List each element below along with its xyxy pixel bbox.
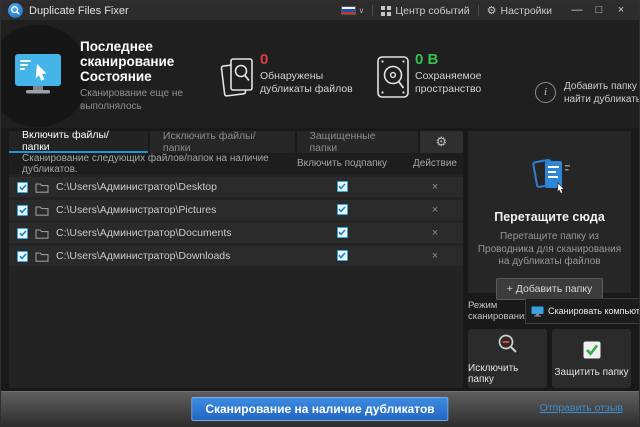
subfolder-checkbox[interactable] (336, 204, 348, 215)
computer-icon (15, 54, 61, 94)
app-window: Duplicate Files Fixer ∨ Центр событий ⚙ … (0, 0, 640, 427)
remove-row-button[interactable]: × (407, 250, 463, 262)
gear-icon: ⚙ (486, 5, 497, 17)
duplicates-label: Обнаружены дубликаты файлов (260, 70, 353, 95)
settings-button[interactable]: ⚙ Настройки (486, 4, 553, 18)
event-center-label: Центр событий (395, 4, 470, 17)
gear-icon: ⚙ (435, 134, 448, 149)
divider (372, 5, 374, 16)
language-selector[interactable]: ∨ (341, 6, 364, 15)
dropzone-description: Перетащите папку из Проводника для скани… (477, 231, 622, 267)
protected-check-icon (583, 341, 600, 358)
duplicate-files-icon (220, 58, 253, 97)
scan-mode-select[interactable]: Сканировать компьютер ✓ ∨ (525, 298, 640, 324)
magnifier-minus-icon (498, 334, 517, 353)
tab-include-files[interactable]: Включить файлы/папки (9, 129, 148, 153)
grid-icon (381, 5, 392, 16)
event-center-button[interactable]: Центр событий (381, 4, 470, 17)
table-row: C:\Users\Администратор\Pictures × (9, 200, 463, 220)
chevron-down-icon: ∨ (358, 5, 365, 15)
row-checkbox[interactable] (17, 250, 28, 262)
monitor-icon (531, 306, 544, 317)
scan-button[interactable]: Сканирование на наличие дубликатов (191, 397, 449, 421)
close-button[interactable]: × (610, 1, 632, 20)
folder-path: C:\Users\Администратор\Pictures (56, 204, 217, 216)
scan-mode-value: Сканировать компьютер (548, 306, 640, 316)
minimize-button[interactable]: — (566, 1, 588, 20)
protect-folder-label: Защитить папку (554, 366, 629, 378)
titlebar: Duplicate Files Fixer ∨ Центр событий ⚙ … (1, 1, 639, 20)
table-row: C:\Users\Администратор\Documents × (9, 223, 463, 243)
exclude-folder-button[interactable]: Исключить папку (468, 329, 547, 388)
table-header: Сканирование следующих файлов/папок на н… (9, 152, 463, 175)
list-settings-button[interactable]: ⚙ (419, 131, 463, 153)
folder-path: C:\Users\Администратор\Documents (56, 227, 232, 239)
table-row: C:\Users\Администратор\Desktop × (9, 177, 463, 197)
plus-icon: + (506, 282, 513, 295)
folder-path: C:\Users\Администратор\Desktop (56, 181, 217, 193)
row-checkbox[interactable] (17, 181, 28, 193)
remove-row-button[interactable]: × (407, 181, 463, 193)
add-folder-label: Добавить папку (515, 282, 593, 295)
last-scan-title-line2: сканирование (80, 54, 175, 69)
drag-documents-icon (531, 158, 570, 194)
dropzone-title: Перетащите сюда (494, 210, 605, 224)
folder-icon (35, 182, 49, 193)
folder-icon (35, 228, 49, 239)
row-checkbox[interactable] (17, 204, 28, 216)
table-row: C:\Users\Администратор\Downloads × (9, 246, 463, 266)
protect-folder-button[interactable]: Защитить папку (552, 329, 631, 388)
last-scan-status: Сканирование еще не выполнялось (80, 88, 183, 112)
last-scan-title-line3: Состояние (80, 69, 152, 84)
subfolder-checkbox[interactable] (336, 181, 348, 192)
maximize-button[interactable]: □ (588, 1, 610, 20)
disk-space-icon (377, 56, 409, 98)
divider (477, 5, 479, 16)
summary-panel: Последнее сканирование Состояние Сканиро… (1, 20, 639, 128)
tab-bar: Включить файлы/папки Исключить файлы/пап… (9, 129, 463, 154)
right-panel: Перетащите сюда Перетащите папку из Пров… (468, 131, 639, 388)
last-scan-title: Последнее сканирование Состояние (80, 39, 174, 84)
folder-list-panel: Включить файлы/папки Исключить файлы/пап… (9, 129, 463, 388)
last-scan-badge (1, 25, 89, 127)
footer-bar: Сканирование на наличие дубликатов Отпра… (1, 391, 639, 426)
feedback-link[interactable]: Отправить отзыв (540, 402, 623, 414)
window-title: Duplicate Files Fixer (29, 4, 129, 17)
header-path: Сканирование следующих файлов/папок на н… (22, 152, 269, 175)
drag-drop-zone[interactable]: Перетащите сюда Перетащите папку из Пров… (468, 131, 631, 300)
tab-protected-folders[interactable]: Защищенные папки (296, 130, 418, 154)
remove-row-button[interactable]: × (407, 227, 463, 239)
last-scan-title-line1: Последнее (80, 39, 153, 54)
folder-icon (35, 251, 49, 262)
scan-mode-row: Режим сканирования Сканировать компьютер… (468, 297, 639, 325)
add-folder-hint: Добавить папку в найти дубликаты (564, 81, 639, 105)
folder-path: C:\Users\Администратор\Downloads (56, 250, 231, 262)
settings-label: Настройки (500, 4, 553, 17)
main-area: Включить файлы/папки Исключить файлы/пап… (1, 128, 639, 391)
row-checkbox[interactable] (17, 227, 28, 239)
remove-row-button[interactable]: × (407, 204, 463, 216)
folder-action-buttons: Исключить папку Защитить папку (468, 329, 631, 388)
app-logo-icon (8, 3, 23, 18)
subfolder-checkbox[interactable] (336, 250, 348, 261)
header-action: Действие (413, 158, 457, 169)
tab-exclude-files[interactable]: Исключить файлы/папки (149, 130, 295, 154)
scan-mode-label: Режим сканирования (468, 299, 530, 323)
duplicates-count: 0 (260, 51, 269, 68)
space-saved-value: 0 В (415, 51, 439, 68)
space-saved-label: Сохраняемое пространство (415, 70, 482, 95)
info-icon: i (535, 82, 556, 103)
folder-icon (35, 205, 49, 216)
exclude-folder-label: Исключить папку (468, 363, 519, 385)
subfolder-checkbox[interactable] (336, 227, 348, 238)
russian-flag-icon (341, 6, 357, 15)
header-subfolder: Включить подпапку (296, 158, 388, 169)
